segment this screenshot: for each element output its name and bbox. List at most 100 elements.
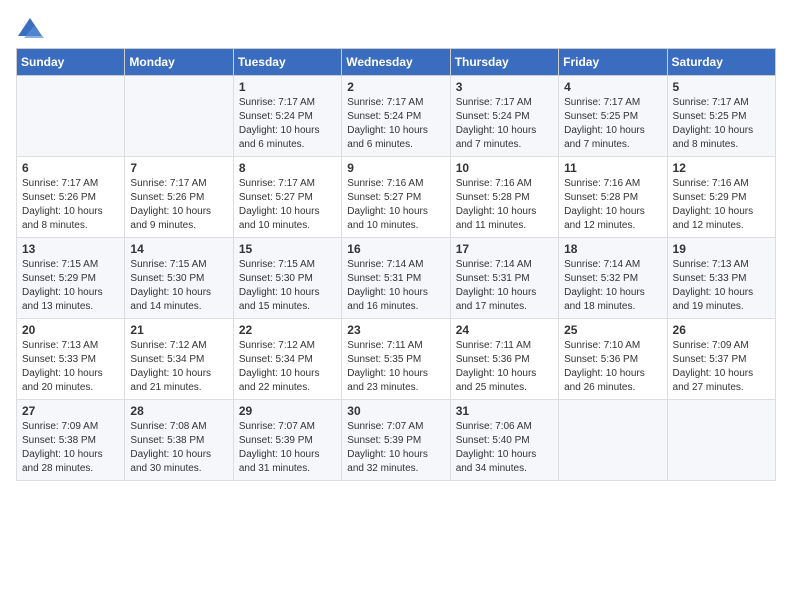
day-number: 27: [22, 404, 119, 418]
day-number: 15: [239, 242, 336, 256]
day-info: Sunrise: 7:14 AM Sunset: 5:31 PM Dayligh…: [456, 258, 553, 314]
day-number: 14: [130, 242, 227, 256]
calendar-cell: [559, 400, 667, 481]
day-info: Sunrise: 7:17 AM Sunset: 5:26 PM Dayligh…: [130, 177, 227, 233]
day-info: Sunrise: 7:16 AM Sunset: 5:28 PM Dayligh…: [456, 177, 553, 233]
calendar-cell: 11 Sunrise: 7:16 AM Sunset: 5:28 PM Dayli…: [559, 157, 667, 238]
day-info: Sunrise: 7:09 AM Sunset: 5:38 PM Dayligh…: [22, 420, 119, 476]
day-info: Sunrise: 7:14 AM Sunset: 5:32 PM Dayligh…: [564, 258, 661, 314]
calendar-cell: [125, 76, 233, 157]
day-info: Sunrise: 7:06 AM Sunset: 5:40 PM Dayligh…: [456, 420, 553, 476]
day-number: 25: [564, 323, 661, 337]
day-number: 4: [564, 80, 661, 94]
day-info: Sunrise: 7:12 AM Sunset: 5:34 PM Dayligh…: [130, 339, 227, 395]
day-info: Sunrise: 7:12 AM Sunset: 5:34 PM Dayligh…: [239, 339, 336, 395]
day-number: 6: [22, 161, 119, 175]
calendar-cell: 22 Sunrise: 7:12 AM Sunset: 5:34 PM Dayli…: [233, 319, 341, 400]
calendar-cell: 25 Sunrise: 7:10 AM Sunset: 5:36 PM Dayli…: [559, 319, 667, 400]
day-info: Sunrise: 7:15 AM Sunset: 5:30 PM Dayligh…: [130, 258, 227, 314]
calendar-table: SundayMondayTuesdayWednesdayThursdayFrid…: [16, 48, 776, 481]
calendar-cell: 30 Sunrise: 7:07 AM Sunset: 5:39 PM Dayli…: [342, 400, 450, 481]
calendar-cell: 13 Sunrise: 7:15 AM Sunset: 5:29 PM Dayli…: [17, 238, 125, 319]
calendar-cell: 18 Sunrise: 7:14 AM Sunset: 5:32 PM Dayli…: [559, 238, 667, 319]
calendar-cell: 1 Sunrise: 7:17 AM Sunset: 5:24 PM Daylig…: [233, 76, 341, 157]
calendar-cell: 9 Sunrise: 7:16 AM Sunset: 5:27 PM Daylig…: [342, 157, 450, 238]
day-info: Sunrise: 7:17 AM Sunset: 5:24 PM Dayligh…: [239, 96, 336, 152]
calendar-cell: 29 Sunrise: 7:07 AM Sunset: 5:39 PM Dayli…: [233, 400, 341, 481]
day-number: 26: [673, 323, 770, 337]
day-info: Sunrise: 7:15 AM Sunset: 5:29 PM Dayligh…: [22, 258, 119, 314]
calendar-cell: 20Sunrise: 7:13 AM Sunset: 5:33 PM Dayli…: [17, 319, 125, 400]
day-number: 10: [456, 161, 553, 175]
day-info: Sunrise: 7:16 AM Sunset: 5:29 PM Dayligh…: [673, 177, 770, 233]
calendar-cell: 12 Sunrise: 7:16 AM Sunset: 5:29 PM Dayli…: [667, 157, 775, 238]
day-info: Sunrise: 7:16 AM Sunset: 5:27 PM Dayligh…: [347, 177, 444, 233]
weekday-header-saturday: Saturday: [667, 49, 775, 76]
day-number: 2: [347, 80, 444, 94]
day-number: 13: [22, 242, 119, 256]
calendar-cell: 21 Sunrise: 7:12 AM Sunset: 5:34 PM Dayli…: [125, 319, 233, 400]
day-number: 3: [456, 80, 553, 94]
calendar-cell: 26 Sunrise: 7:09 AM Sunset: 5:37 PM Dayli…: [667, 319, 775, 400]
day-number: 1: [239, 80, 336, 94]
calendar-cell: 7 Sunrise: 7:17 AM Sunset: 5:26 PM Daylig…: [125, 157, 233, 238]
day-info: Sunrise: 7:16 AM Sunset: 5:28 PM Dayligh…: [564, 177, 661, 233]
calendar-cell: 19Sunrise: 7:13 AM Sunset: 5:33 PM Dayli…: [667, 238, 775, 319]
day-info: Sunrise: 7:17 AM Sunset: 5:27 PM Dayligh…: [239, 177, 336, 233]
calendar-cell: 23 Sunrise: 7:11 AM Sunset: 5:35 PM Dayli…: [342, 319, 450, 400]
day-info: Sunrise: 7:11 AM Sunset: 5:35 PM Dayligh…: [347, 339, 444, 395]
day-number: 8: [239, 161, 336, 175]
weekday-header-monday: Monday: [125, 49, 233, 76]
day-number: 23: [347, 323, 444, 337]
day-number: 11: [564, 161, 661, 175]
calendar-cell: 6 Sunrise: 7:17 AM Sunset: 5:26 PM Daylig…: [17, 157, 125, 238]
calendar-cell: 3 Sunrise: 7:17 AM Sunset: 5:24 PM Daylig…: [450, 76, 558, 157]
day-info: Sunrise: 7:08 AM Sunset: 5:38 PM Dayligh…: [130, 420, 227, 476]
calendar-cell: 31Sunrise: 7:06 AM Sunset: 5:40 PM Dayli…: [450, 400, 558, 481]
day-info: Sunrise: 7:15 AM Sunset: 5:30 PM Dayligh…: [239, 258, 336, 314]
day-info: Sunrise: 7:10 AM Sunset: 5:36 PM Dayligh…: [564, 339, 661, 395]
calendar-cell: 8 Sunrise: 7:17 AM Sunset: 5:27 PM Daylig…: [233, 157, 341, 238]
weekday-header-thursday: Thursday: [450, 49, 558, 76]
calendar-cell: 5 Sunrise: 7:17 AM Sunset: 5:25 PM Daylig…: [667, 76, 775, 157]
day-info: Sunrise: 7:07 AM Sunset: 5:39 PM Dayligh…: [239, 420, 336, 476]
calendar-cell: 17 Sunrise: 7:14 AM Sunset: 5:31 PM Dayli…: [450, 238, 558, 319]
day-info: Sunrise: 7:17 AM Sunset: 5:25 PM Dayligh…: [673, 96, 770, 152]
weekday-header-sunday: Sunday: [17, 49, 125, 76]
logo: [16, 16, 48, 40]
logo-icon: [16, 16, 44, 40]
day-number: 16: [347, 242, 444, 256]
day-number: 12: [673, 161, 770, 175]
day-info: Sunrise: 7:09 AM Sunset: 5:37 PM Dayligh…: [673, 339, 770, 395]
calendar-cell: 14 Sunrise: 7:15 AM Sunset: 5:30 PM Dayli…: [125, 238, 233, 319]
calendar-cell: 24 Sunrise: 7:11 AM Sunset: 5:36 PM Dayli…: [450, 319, 558, 400]
day-number: 21: [130, 323, 227, 337]
calendar-cell: 4Sunrise: 7:17 AM Sunset: 5:25 PM Daylig…: [559, 76, 667, 157]
day-info: Sunrise: 7:11 AM Sunset: 5:36 PM Dayligh…: [456, 339, 553, 395]
day-number: 17: [456, 242, 553, 256]
day-number: 24: [456, 323, 553, 337]
calendar-cell: 10 Sunrise: 7:16 AM Sunset: 5:28 PM Dayli…: [450, 157, 558, 238]
day-number: 30: [347, 404, 444, 418]
calendar-cell: 27 Sunrise: 7:09 AM Sunset: 5:38 PM Dayli…: [17, 400, 125, 481]
day-number: 7: [130, 161, 227, 175]
day-number: 19: [673, 242, 770, 256]
calendar-cell: [17, 76, 125, 157]
day-number: 29: [239, 404, 336, 418]
day-number: 18: [564, 242, 661, 256]
calendar-cell: 28 Sunrise: 7:08 AM Sunset: 5:38 PM Dayli…: [125, 400, 233, 481]
day-info: Sunrise: 7:14 AM Sunset: 5:31 PM Dayligh…: [347, 258, 444, 314]
day-info: Sunrise: 7:17 AM Sunset: 5:26 PM Dayligh…: [22, 177, 119, 233]
day-number: 9: [347, 161, 444, 175]
calendar-cell: 2 Sunrise: 7:17 AM Sunset: 5:24 PM Daylig…: [342, 76, 450, 157]
day-number: 28: [130, 404, 227, 418]
weekday-header-friday: Friday: [559, 49, 667, 76]
weekday-header-wednesday: Wednesday: [342, 49, 450, 76]
day-number: 5: [673, 80, 770, 94]
day-info: Sunrise: 7:17 AM Sunset: 5:24 PM Dayligh…: [456, 96, 553, 152]
day-number: 22: [239, 323, 336, 337]
day-number: 20: [22, 323, 119, 337]
day-info: Sunrise: 7:17 AM Sunset: 5:24 PM Dayligh…: [347, 96, 444, 152]
day-info: Sunrise: 7:07 AM Sunset: 5:39 PM Dayligh…: [347, 420, 444, 476]
calendar-cell: 15 Sunrise: 7:15 AM Sunset: 5:30 PM Dayli…: [233, 238, 341, 319]
